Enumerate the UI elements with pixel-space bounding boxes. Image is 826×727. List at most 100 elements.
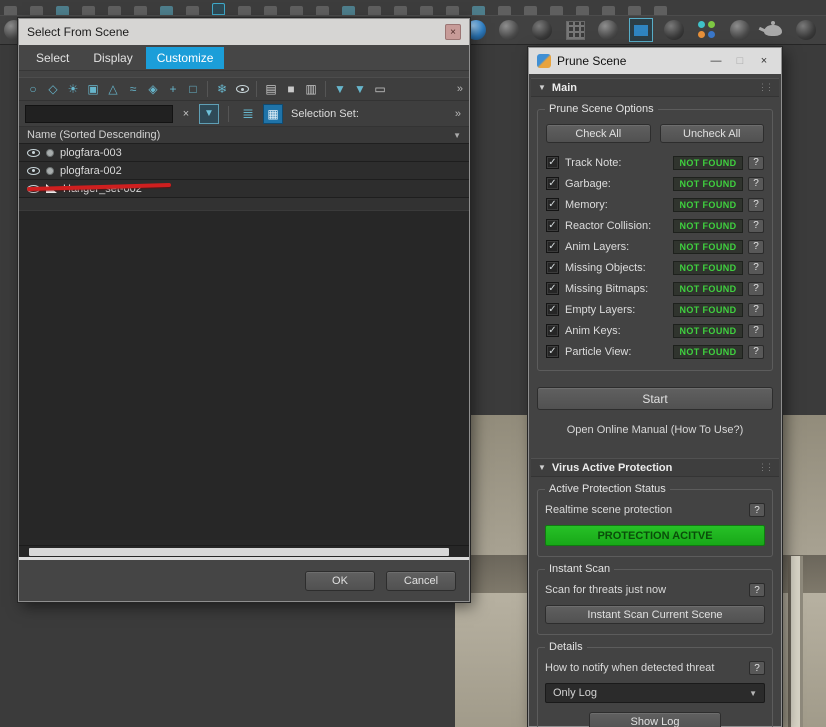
rollout-main[interactable]: ▼ Main ⋮⋮ [531, 78, 779, 97]
toolbar-icon[interactable] [576, 6, 589, 15]
checkbox[interactable]: ✓ [546, 198, 559, 211]
help-button[interactable]: ? [748, 155, 764, 170]
checkbox[interactable]: ✓ [546, 261, 559, 274]
display-spacewarps-icon[interactable]: ≈ [123, 79, 143, 99]
checkbox[interactable]: ✓ [546, 219, 559, 232]
prune-window-titlebar[interactable]: Prune Scene — □ × [529, 48, 781, 74]
maximize-icon[interactable]: □ [731, 55, 749, 67]
menu-customize[interactable]: Customize [145, 46, 225, 69]
selection-set-icon[interactable]: ▦ [263, 103, 283, 124]
toolbar-icon[interactable] [238, 6, 251, 15]
toolbar-tool-icon[interactable] [497, 18, 521, 42]
toolbar-icon-active[interactable] [212, 3, 225, 15]
color-swatch-icon[interactable] [695, 18, 719, 42]
toolbar-tool-icon[interactable] [728, 18, 752, 42]
display-cameras-icon[interactable]: ▣ [83, 79, 103, 99]
rollout-virus-protection[interactable]: ▼ Virus Active Protection ⋮⋮ [531, 458, 779, 477]
select-window-titlebar[interactable]: Select From Scene × [19, 19, 469, 45]
checkbox[interactable]: ✓ [546, 282, 559, 295]
list-view-icon[interactable]: ▤ [261, 79, 281, 99]
close-icon[interactable]: × [755, 55, 773, 67]
help-button[interactable]: ? [748, 197, 764, 212]
visibility-eye-icon[interactable] [27, 166, 40, 175]
display-containers-icon[interactable]: □ [183, 79, 203, 99]
toolbar-tool-icon[interactable] [530, 18, 554, 42]
toolbar-icon[interactable] [498, 6, 511, 15]
help-button[interactable]: ? [748, 323, 764, 338]
checkbox[interactable]: ✓ [546, 303, 559, 316]
toolbar-icon[interactable] [30, 6, 43, 15]
display-geometry-icon[interactable]: ○ [23, 79, 43, 99]
help-button[interactable]: ? [748, 302, 764, 317]
toolbar-tool-icon[interactable] [662, 18, 686, 42]
display-groups-icon[interactable]: ◈ [143, 79, 163, 99]
clear-filter-icon[interactable]: ▼ [330, 79, 350, 99]
protection-active-button[interactable]: PROTECTION ACITVE [545, 525, 765, 546]
help-button[interactable]: ? [748, 281, 764, 296]
search-input[interactable] [25, 104, 173, 123]
clear-search-icon[interactable]: × [178, 106, 194, 122]
checkbox[interactable]: ✓ [546, 240, 559, 253]
check-all-button[interactable]: Check All [546, 124, 651, 143]
help-button[interactable]: ? [749, 583, 765, 597]
filter-icon[interactable]: ▼ [350, 79, 370, 99]
column-filter-icon[interactable]: ▼ [453, 131, 461, 140]
toolbar-icon[interactable] [134, 6, 147, 15]
checkbox[interactable]: ✓ [546, 177, 559, 190]
visibility-eye-icon[interactable] [27, 148, 40, 157]
toolbar-icon[interactable] [186, 6, 199, 15]
show-log-button[interactable]: Show Log [589, 712, 721, 727]
toolbar-icon[interactable] [524, 6, 537, 15]
open-online-manual-link[interactable]: Open Online Manual (How To Use?) [529, 424, 781, 436]
display-bones-icon[interactable]: + [163, 79, 183, 99]
toolbar-icon[interactable] [56, 6, 69, 15]
grid-tool-icon[interactable] [563, 18, 587, 42]
toolbar-icon[interactable] [602, 6, 615, 15]
render-teapot-icon[interactable] [761, 18, 785, 42]
paste-selection-icon[interactable]: ▭ [370, 79, 390, 99]
scene-object-list[interactable]: plogfara-003 plogfara-002 Hanger_set-002 [19, 144, 469, 545]
search-filter-icon[interactable]: ▼ [199, 103, 219, 124]
notify-mode-dropdown[interactable]: Only Log ▼ [545, 683, 765, 703]
uncheck-all-button[interactable]: Uncheck All [659, 124, 764, 143]
toolbar-icon[interactable] [368, 6, 381, 15]
toolbar-icon[interactable] [264, 6, 277, 15]
list-item[interactable]: plogfara-002 [19, 162, 469, 180]
toolbar-icon[interactable] [394, 6, 407, 15]
toolbar-icon[interactable] [316, 6, 329, 15]
display-helpers-icon[interactable]: △ [103, 79, 123, 99]
toolbar-icon[interactable] [654, 6, 667, 15]
help-button[interactable]: ? [748, 218, 764, 233]
help-button[interactable]: ? [749, 503, 765, 517]
close-icon[interactable]: × [445, 24, 461, 40]
toolbar-tool-icon[interactable] [794, 18, 818, 42]
toolbar-icon[interactable] [628, 6, 641, 15]
help-button[interactable]: ? [748, 176, 764, 191]
cancel-button[interactable]: Cancel [386, 570, 456, 591]
help-button[interactable]: ? [748, 344, 764, 359]
display-shapes-icon[interactable]: ◇ [43, 79, 63, 99]
minimize-icon[interactable]: — [707, 55, 725, 67]
list-column-header[interactable]: Name (Sorted Descending) ▼ [19, 127, 469, 144]
help-button[interactable]: ? [748, 260, 764, 275]
toolbar-tool-icon[interactable] [596, 18, 620, 42]
scrollbar-thumb[interactable] [29, 548, 449, 556]
menu-select[interactable]: Select [25, 47, 80, 69]
display-frozen-icon[interactable]: ❄ [212, 79, 232, 99]
menu-display[interactable]: Display [82, 47, 143, 69]
toolbar-icon[interactable] [446, 6, 459, 15]
toolbar-icon[interactable] [472, 6, 485, 15]
instant-scan-button[interactable]: Instant Scan Current Scene [545, 605, 765, 624]
toolbar-icon[interactable] [550, 6, 563, 15]
ok-button[interactable]: OK [305, 570, 375, 591]
checkbox[interactable]: ✓ [546, 324, 559, 337]
list-item[interactable]: plogfara-003 [19, 144, 469, 162]
toolbar-icon[interactable] [82, 6, 95, 15]
display-hidden-icon[interactable] [232, 79, 252, 99]
checkbox[interactable]: ✓ [546, 345, 559, 358]
help-button[interactable]: ? [749, 661, 765, 675]
display-lights-icon[interactable]: ☀ [63, 79, 83, 99]
thumb-view-icon[interactable]: ■ [281, 79, 301, 99]
checkbox[interactable]: ✓ [546, 156, 559, 169]
detail-view-icon[interactable]: ▥ [301, 79, 321, 99]
